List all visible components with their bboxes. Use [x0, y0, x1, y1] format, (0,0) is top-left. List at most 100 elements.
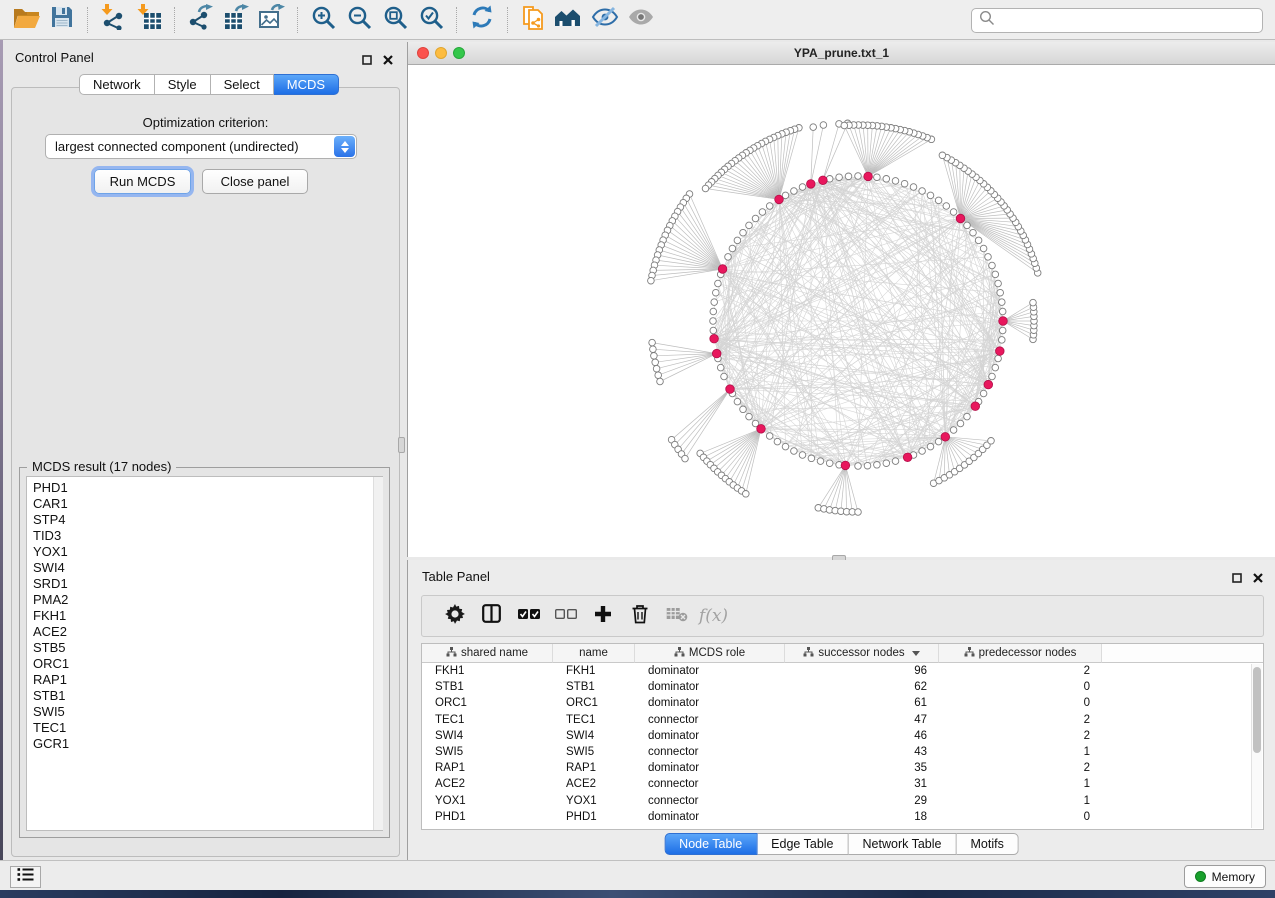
table-settings-button[interactable] [436, 599, 473, 633]
table-cell[interactable]: 1 [939, 746, 1102, 758]
table-cell[interactable]: 62 [785, 681, 939, 693]
table-cell[interactable]: SWI4 [422, 730, 553, 742]
mcds-result-list[interactable]: PHD1CAR1STP4TID3YOX1SWI4SRD1PMA2FKH1ACE2… [26, 476, 383, 831]
table-cell[interactable]: connector [635, 746, 785, 758]
table-cell[interactable]: connector [635, 714, 785, 726]
table-cell[interactable]: ACE2 [553, 778, 635, 790]
open-file-button[interactable] [8, 3, 44, 37]
table-cell[interactable]: 46 [785, 730, 939, 742]
table-cell[interactable]: FKH1 [553, 665, 635, 677]
mcds-result-item[interactable]: SRD1 [33, 576, 382, 592]
table-cell[interactable]: PHD1 [553, 811, 635, 823]
table-row[interactable]: TEC1TEC1connector472 [422, 712, 1263, 728]
table-cell[interactable]: connector [635, 795, 785, 807]
tab-motifs[interactable]: Motifs [956, 833, 1018, 855]
table-cell[interactable]: dominator [635, 811, 785, 823]
column-visibility-button[interactable] [473, 599, 510, 633]
close-panel-icon[interactable] [1253, 570, 1263, 588]
table-cell[interactable]: 0 [939, 697, 1102, 709]
table-cell[interactable]: RAP1 [553, 762, 635, 774]
table-scrollbar[interactable] [1251, 664, 1262, 828]
show-graphics-details-button[interactable] [623, 3, 659, 37]
table-row[interactable]: ACE2ACE2connector311 [422, 776, 1263, 792]
column-header-MCDS-role[interactable]: MCDS role [635, 644, 785, 663]
mcds-result-item[interactable]: STP4 [33, 512, 382, 528]
table-cell[interactable]: 61 [785, 697, 939, 709]
save-session-button[interactable] [44, 3, 80, 37]
table-cell[interactable]: 31 [785, 778, 939, 790]
export-image-button[interactable] [254, 3, 290, 37]
clone-network-button[interactable] [515, 3, 551, 37]
table-cell[interactable]: 2 [939, 762, 1102, 774]
memory-button[interactable]: Memory [1184, 865, 1266, 888]
table-cell[interactable]: 1 [939, 795, 1102, 807]
table-cell[interactable]: YOX1 [422, 795, 553, 807]
mcds-result-item[interactable]: GCR1 [33, 736, 382, 752]
float-panel-icon[interactable] [362, 52, 372, 70]
table-cell[interactable]: 29 [785, 795, 939, 807]
run-mcds-button[interactable]: Run MCDS [94, 169, 191, 194]
tab-network[interactable]: Network [79, 74, 155, 95]
close-panel-icon[interactable] [383, 52, 393, 70]
table-row[interactable]: PHD1PHD1dominator180 [422, 809, 1263, 825]
close-panel-button[interactable]: Close panel [202, 169, 308, 194]
mcds-result-item[interactable]: TEC1 [33, 720, 382, 736]
table-cell[interactable]: 18 [785, 811, 939, 823]
table-row[interactable]: SWI4SWI4dominator462 [422, 728, 1263, 744]
mcds-result-item[interactable]: FKH1 [33, 608, 382, 624]
column-header-name[interactable]: name [553, 644, 635, 663]
window-maximize-icon[interactable] [453, 47, 465, 59]
task-history-button[interactable] [10, 866, 41, 888]
mcds-result-item[interactable]: SWI5 [33, 704, 382, 720]
table-cell[interactable]: 2 [939, 665, 1102, 677]
sort-chevron-icon[interactable] [912, 651, 920, 656]
select-all-button[interactable] [510, 599, 547, 633]
mcds-result-item[interactable]: ACE2 [33, 624, 382, 640]
table-cell[interactable]: dominator [635, 665, 785, 677]
export-network-button[interactable] [182, 3, 218, 37]
table-cell[interactable]: 0 [939, 811, 1102, 823]
search-input[interactable] [995, 11, 1262, 31]
tab-network-table[interactable]: Network Table [849, 833, 957, 855]
mcds-list-scrollbar[interactable] [373, 477, 383, 830]
node-table[interactable]: shared namenameMCDS rolesuccessor nodesp… [421, 643, 1264, 830]
vertical-splitter-handle[interactable] [398, 437, 405, 453]
optimization-criterion-select[interactable]: largest connected component (undirected) [45, 134, 357, 159]
mcds-result-item[interactable]: TID3 [33, 528, 382, 544]
float-panel-icon[interactable] [1232, 570, 1242, 588]
table-cell[interactable]: SWI5 [422, 746, 553, 758]
mcds-result-item[interactable]: STB5 [33, 640, 382, 656]
table-cell[interactable]: dominator [635, 697, 785, 709]
table-row[interactable]: SWI5SWI5connector431 [422, 744, 1263, 760]
mcds-result-item[interactable]: CAR1 [33, 496, 382, 512]
zoom-selected-button[interactable] [413, 3, 449, 37]
add-column-button[interactable] [584, 599, 621, 633]
table-cell[interactable]: TEC1 [422, 714, 553, 726]
table-cell[interactable]: 2 [939, 714, 1102, 726]
mcds-result-item[interactable]: STB1 [33, 688, 382, 704]
table-cell[interactable]: connector [635, 778, 785, 790]
network-window-titlebar[interactable]: YPA_prune.txt_1 [408, 42, 1275, 65]
table-cell[interactable]: SWI5 [553, 746, 635, 758]
mcds-result-item[interactable]: YOX1 [33, 544, 382, 560]
table-row[interactable]: RAP1RAP1dominator352 [422, 760, 1263, 776]
table-cell[interactable]: STB1 [422, 681, 553, 693]
table-cell[interactable]: 96 [785, 665, 939, 677]
table-cell[interactable]: 43 [785, 746, 939, 758]
table-cell[interactable]: TEC1 [553, 714, 635, 726]
column-header-predecessor-nodes[interactable]: predecessor nodes [939, 644, 1102, 663]
table-cell[interactable]: 0 [939, 681, 1102, 693]
table-cell[interactable]: 2 [939, 730, 1102, 742]
tab-style[interactable]: Style [155, 74, 211, 95]
table-row[interactable]: FKH1FKH1dominator962 [422, 663, 1263, 679]
tab-select[interactable]: Select [211, 74, 274, 95]
table-cell[interactable]: ORC1 [553, 697, 635, 709]
table-cell[interactable]: YOX1 [553, 795, 635, 807]
tab-node-table[interactable]: Node Table [664, 833, 757, 855]
import-table-button[interactable] [131, 3, 167, 37]
column-header-shared-name[interactable]: shared name [422, 644, 553, 663]
window-minimize-icon[interactable] [435, 47, 447, 59]
table-cell[interactable]: dominator [635, 762, 785, 774]
zoom-fit-button[interactable] [377, 3, 413, 37]
tab-mcds[interactable]: MCDS [274, 74, 339, 95]
